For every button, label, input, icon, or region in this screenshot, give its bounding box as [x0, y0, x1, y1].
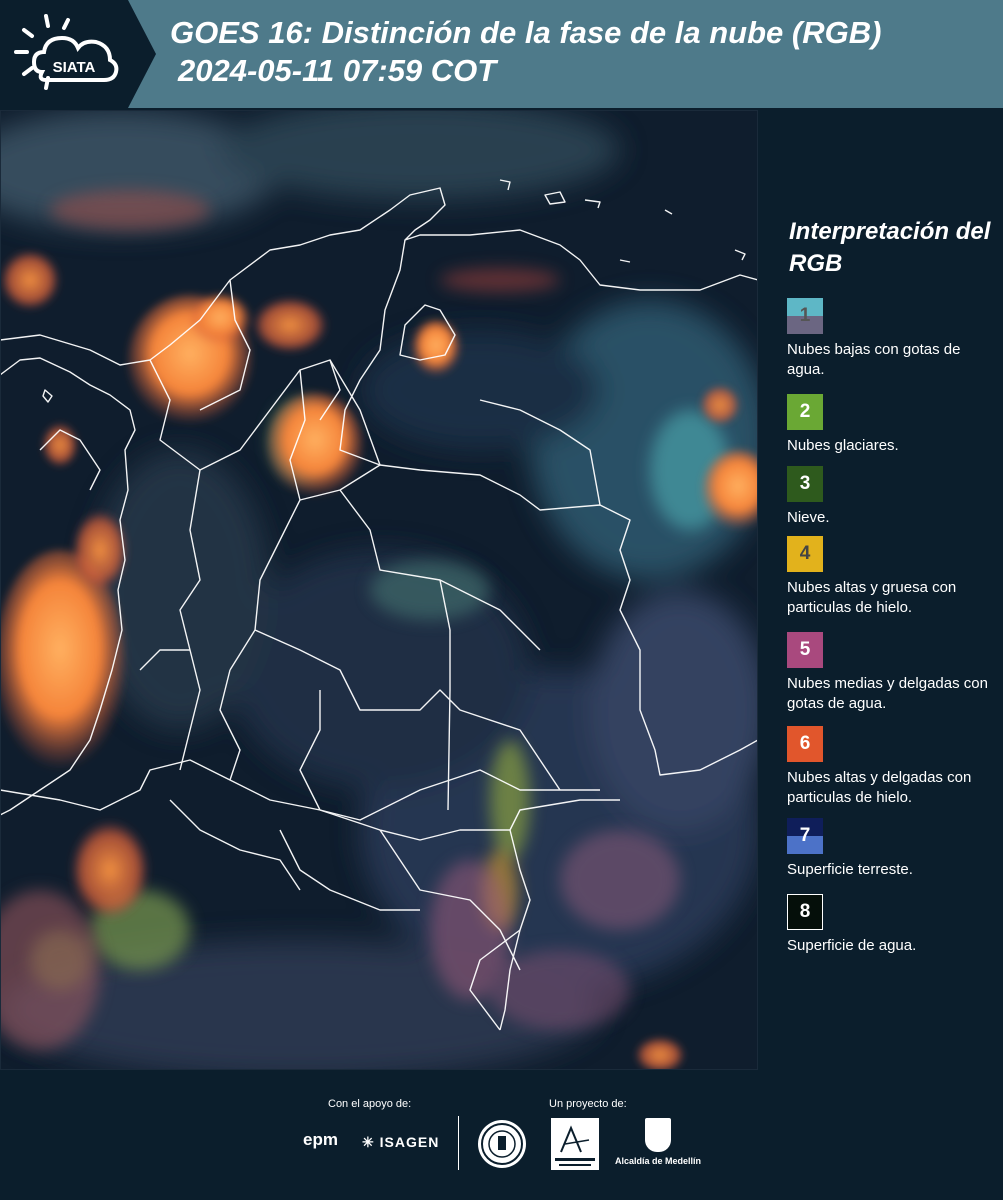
legend-number-4: 4	[799, 543, 811, 564]
logo-chevron	[128, 0, 156, 108]
legend-number-5: 5	[799, 639, 811, 660]
university-seal-icon	[478, 1120, 526, 1168]
legend-label-7: Superficie terreste.	[787, 861, 913, 878]
legend-panel: Interpretación del RGB 1 Nubes bajas con…	[760, 110, 1003, 1070]
legend-item-1: 1 Nubes bajas con gotas de agua.	[787, 298, 1001, 380]
alcaldia-medellin-logo: Alcaldía de Medellín	[612, 1118, 704, 1166]
satellite-map	[0, 110, 758, 1070]
legend-item-7: 7 Superficie terreste.	[787, 818, 1001, 880]
satellite-image	[0, 110, 758, 1070]
legend-title: Interpretación del RGB	[789, 218, 991, 277]
title-timestamp: 2024-05-11 07:59 COT	[178, 53, 497, 88]
legend-label-5: Nubes medias y delgadas con gotas de agu…	[787, 675, 988, 712]
footer: Con el apoyo de: Un proyecto de: epm ✳ I…	[0, 1070, 1003, 1200]
legend-swatch-3: 3	[787, 466, 823, 502]
isagen-logo: ✳ ISAGEN	[362, 1134, 439, 1151]
legend-swatch-2: 2	[787, 394, 823, 430]
medellin-shield-icon	[645, 1118, 671, 1152]
legend-label-8: Superficie de agua.	[787, 937, 917, 954]
legend-label-4: Nubes altas y gruesa con particulas de h…	[787, 579, 957, 616]
legend-item-6: 6 Nubes altas y delgadas con particulas …	[787, 726, 1001, 808]
isagen-text: ISAGEN	[379, 1134, 440, 1150]
legend-swatch-6: 6	[787, 726, 823, 762]
alcaldia-text: Alcaldía de Medellín	[614, 1156, 702, 1166]
header-bar: SIATA GOES 16: Distinción de la fase de …	[0, 0, 1003, 108]
legend-number-7: 7	[799, 825, 811, 846]
logo-panel: SIATA	[0, 0, 128, 108]
legend-label-2: Nubes glaciares.	[787, 437, 899, 454]
project-label: Un proyecto de:	[549, 1098, 627, 1110]
page-title: GOES 16: Distinción de la fase de la nub…	[170, 14, 881, 90]
isagen-star-icon: ✳	[362, 1134, 375, 1150]
legend-item-3: 3 Nieve.	[787, 466, 1001, 528]
legend-item-2: 2 Nubes glaciares.	[787, 394, 1001, 456]
legend-swatch-5: 5	[787, 632, 823, 668]
support-label: Con el apoyo de:	[328, 1098, 412, 1110]
legend-number-8: 8	[799, 901, 811, 922]
legend-swatch-4: 4	[787, 536, 823, 572]
legend-swatch-7: 7	[787, 818, 823, 854]
legend-number-2: 2	[799, 401, 811, 422]
logo-text: SIATA	[53, 59, 96, 76]
title-line-1: GOES 16: Distinción de la fase de la nub…	[170, 15, 882, 50]
legend-item-5: 5 Nubes medias y delgadas con gotas de a…	[787, 632, 1001, 714]
legend-label-6: Nubes altas y delgadas con particulas de…	[787, 769, 972, 806]
footer-divider	[458, 1116, 459, 1170]
area-metropolitana-logo	[551, 1118, 599, 1170]
legend-number-6: 6	[799, 733, 811, 754]
legend-item-8: 8 Superficie de agua.	[787, 894, 1001, 956]
legend-item-4: 4 Nubes altas y gruesa con particulas de…	[787, 536, 1001, 618]
legend-label-1: Nubes bajas con gotas de agua.	[787, 341, 961, 378]
legend-number-1: 1	[799, 305, 811, 326]
siata-logo: SIATA	[14, 14, 119, 90]
legend-swatch-8: 8	[787, 894, 823, 930]
epm-logo: epm	[303, 1130, 338, 1149]
legend-swatch-1: 1	[787, 298, 823, 334]
legend-label-3: Nieve.	[787, 509, 830, 526]
legend-number-3: 3	[799, 473, 811, 494]
